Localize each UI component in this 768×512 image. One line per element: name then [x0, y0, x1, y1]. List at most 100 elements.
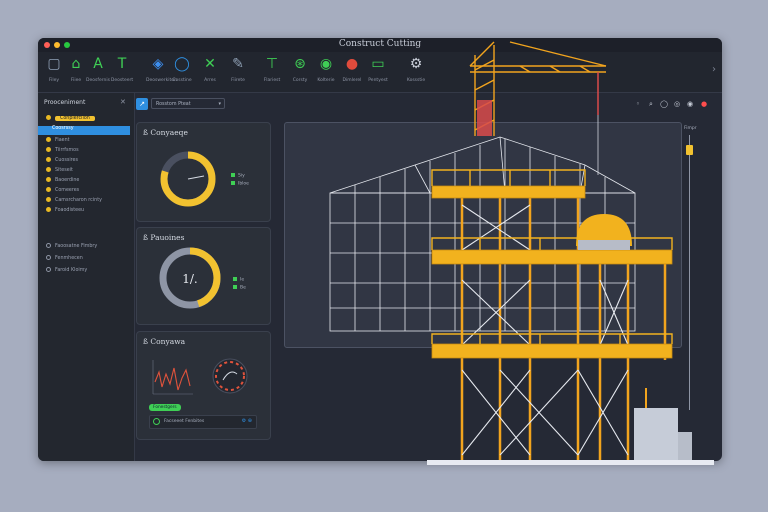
- bullet-icon: [46, 147, 51, 152]
- app-window: Construct Cutting › ▢ Filey ⌂ Fiiee A Deosfer…: [38, 38, 722, 461]
- search-icon[interactable]: ⌕: [647, 100, 655, 108]
- letter-a-icon: A: [93, 56, 103, 72]
- alert-icon[interactable]: ●: [700, 100, 708, 108]
- sidebar-item[interactable]: Baoerdine: [46, 177, 132, 186]
- toolbar-tool-2[interactable]: ⌂ Fiiee: [64, 56, 88, 83]
- model-viewport[interactable]: [284, 122, 682, 348]
- footer-row-actions-icon[interactable]: ⚙ ⊕: [242, 418, 252, 424]
- pin-icon[interactable]: ◦: [634, 100, 642, 108]
- settings-icon: ⚙: [409, 56, 423, 72]
- toolbar-tool-13[interactable]: ▭ Pentyest: [366, 56, 390, 83]
- cube-icon: ◈: [152, 56, 164, 72]
- slider-handle[interactable]: [686, 145, 693, 155]
- sidebar-item-label: Faroid Kloimy: [55, 268, 88, 273]
- toolbar-tool-label: Deosfernis: [86, 78, 110, 83]
- view-dropdown[interactable]: Rosstom Pteat ▾: [151, 98, 225, 109]
- floor-plate: [427, 460, 714, 465]
- wall-outline: [329, 192, 636, 332]
- toolbar-tool-12[interactable]: ● Dimlerel: [340, 56, 364, 83]
- sidebar-item[interactable]: Cuossires: [46, 157, 132, 166]
- radial-gauge: [212, 358, 248, 394]
- sidebar-item-label: Faoosatne Fimbry: [55, 244, 98, 249]
- bullet-icon: [46, 167, 51, 172]
- right-panel: Fimpr: [682, 115, 722, 461]
- toolbar-tool-7[interactable]: ✕ Arres: [198, 56, 222, 83]
- globe-icon: ⊛: [294, 56, 306, 72]
- completion-card: ß Conyaeqe Siy Ibloe: [136, 122, 271, 222]
- bullet-icon: [46, 207, 51, 212]
- bullet-icon: [46, 197, 51, 202]
- sidebar-item[interactable]: Fiaent: [46, 137, 132, 146]
- toolbar-tool-4[interactable]: T Deosteert: [110, 56, 134, 83]
- sidebar-lower-item[interactable]: Fenmhecen: [46, 255, 132, 264]
- chevron-right-icon[interactable]: ›: [712, 64, 716, 75]
- toolbar-tool-14[interactable]: ⚙ Kossstie: [404, 56, 428, 83]
- toolbar-tool-label: Filey: [48, 78, 60, 83]
- bullet-icon: [46, 157, 51, 162]
- toolbar-tool-3[interactable]: A Deosfernis: [86, 56, 110, 83]
- sidebar-item-label: Cuossires: [55, 158, 78, 163]
- crane-icon: ⊤: [265, 56, 279, 72]
- sidebar-item[interactable]: Camsrcharon rcinty: [46, 197, 132, 206]
- toolbar-tool-10[interactable]: ⊛ Corsty: [288, 56, 312, 83]
- sidebar-header: Prooceniment: [44, 99, 86, 106]
- window-title: Construct Cutting: [338, 39, 422, 49]
- toolbar-tool-label: Fiiee: [70, 78, 82, 83]
- sidebar-item[interactable]: Conplerciion: [46, 115, 132, 124]
- house-icon: ⌂: [71, 56, 81, 72]
- bullet-icon: [46, 115, 51, 120]
- bullet-icon: [46, 137, 51, 142]
- toolbar-tool-5[interactable]: ◈ Deoswerkiton: [146, 56, 177, 83]
- toolbar-tool-1[interactable]: ▢ Filey: [42, 56, 66, 83]
- settings-icon: [46, 255, 51, 260]
- chevron-down-icon: ▾: [218, 101, 221, 107]
- help-icon[interactable]: ◎: [673, 100, 681, 108]
- activity-card: ß Conyawa Fonestgers Facseeet Fenbites ⚙…: [136, 331, 271, 440]
- progress-card: ß Pauoines 1/. Ie Be: [136, 227, 271, 325]
- toolbar-tool-label: Arres: [204, 78, 216, 83]
- bullet-icon: [46, 177, 51, 182]
- sidebar-item-label: Siteseit: [55, 168, 73, 173]
- sidebar-item[interactable]: Foaodisteeu: [46, 207, 132, 216]
- toolbar-tool-label: Deoswerkiton: [146, 78, 177, 83]
- color-wheel-icon: ●: [345, 56, 359, 72]
- legend-item: Ie: [233, 277, 244, 283]
- sidebar-lower-item[interactable]: Faoosatne Fimbry: [46, 243, 132, 252]
- toolbar-tool-8[interactable]: ✎ Fiirete: [226, 56, 250, 83]
- toolbar-tool-label: Kossstie: [406, 78, 426, 83]
- sidebar-item[interactable]: Comeeres: [46, 187, 132, 196]
- sidebar-lower-item[interactable]: Faroid Kloimy: [46, 267, 132, 276]
- sidebar-item[interactable]: Tiirrfsmos: [46, 147, 132, 156]
- toolbar-tool-11[interactable]: ◉ Kolterie: [314, 56, 338, 83]
- gauge-value-text: 1/.: [182, 272, 198, 286]
- select-tool-icon[interactable]: ↗: [136, 98, 148, 110]
- sidebar-item-label: Foaodisteeu: [55, 208, 85, 213]
- roof-outline: [329, 136, 636, 194]
- gauge-chart: 1/.: [159, 247, 221, 309]
- footer-row[interactable]: Facseeet Fenbites ⚙ ⊕: [149, 415, 257, 429]
- sidebar-item-label: Tiirrfsmos: [55, 148, 79, 153]
- sidebar-item-label: Conplerciion: [55, 116, 95, 121]
- sidebar-item-label: Comeeres: [55, 188, 80, 193]
- eye-icon[interactable]: ◉: [686, 100, 694, 108]
- sidebar-item[interactable]: Coosrssy: [38, 126, 130, 135]
- file-icon: ▢: [47, 56, 61, 72]
- circle-icon: ◉: [319, 56, 333, 72]
- toolbar-tool-9[interactable]: ⊤ Flariest: [260, 56, 284, 83]
- activity-line: [154, 367, 191, 391]
- bullet-icon: [46, 187, 51, 192]
- user-icon[interactable]: ◯: [660, 100, 668, 108]
- toolbar-tool-label: Deosteert: [110, 78, 134, 83]
- building-wireframe: [329, 136, 636, 332]
- toolbar-tool-6[interactable]: ◯ Cosstine: [170, 56, 194, 83]
- toolbar-tool-label: Corsty: [292, 78, 308, 83]
- pen-icon: ✎: [232, 56, 244, 72]
- sidebar-item[interactable]: Siteseit: [46, 167, 132, 176]
- toolbar-tool-label: Cosstine: [172, 78, 192, 83]
- legend-item: Ibloe: [231, 181, 249, 187]
- legend-item: Siy: [231, 173, 245, 179]
- close-icon[interactable]: ✕: [120, 98, 126, 106]
- legend-item: Be: [233, 285, 246, 291]
- ring-icon: ◯: [174, 56, 190, 72]
- footer-row-label: Facseeet Fenbites: [164, 419, 205, 424]
